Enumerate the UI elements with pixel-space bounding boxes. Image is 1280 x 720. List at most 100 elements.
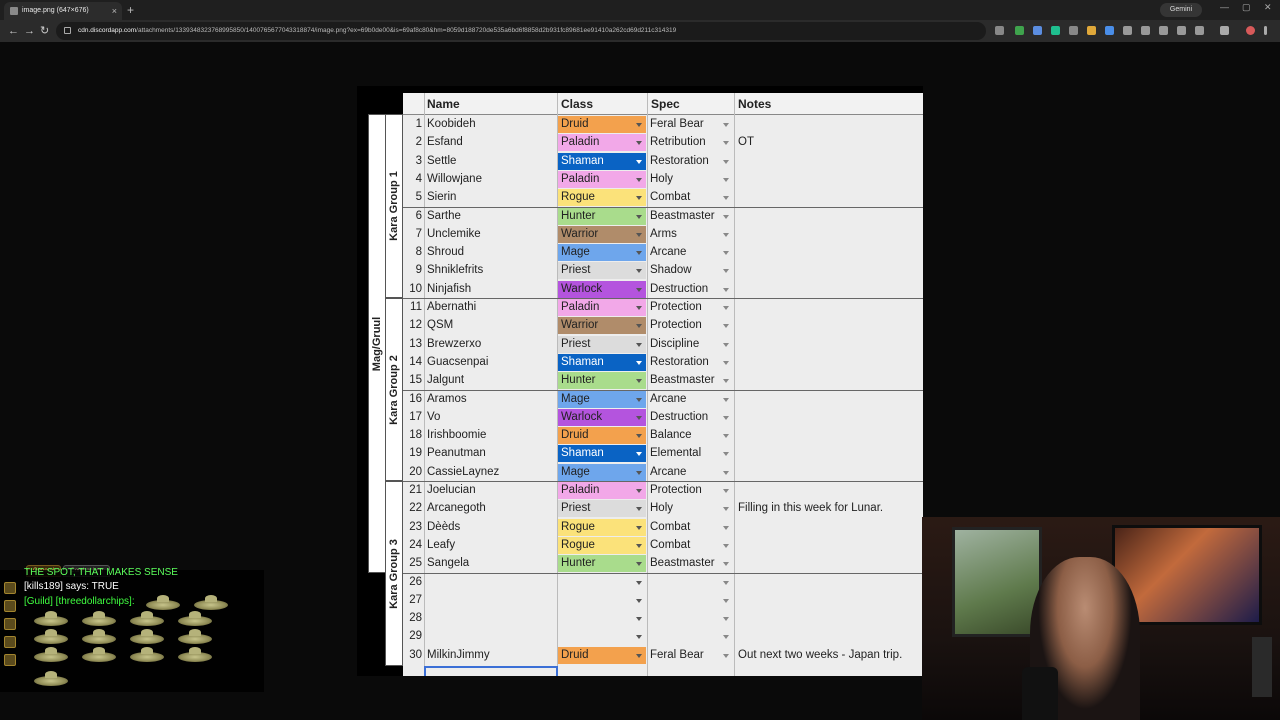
spec-dropdown[interactable]: Arcane	[650, 466, 686, 478]
dropdown-arrow-icon[interactable]	[636, 141, 642, 146]
dropdown-arrow-icon[interactable]	[723, 123, 729, 127]
class-dropdown[interactable]	[558, 574, 646, 591]
dropdown-arrow-icon[interactable]	[723, 543, 729, 548]
dropdown-arrow-icon[interactable]	[636, 342, 642, 347]
class-dropdown[interactable]: Mage	[558, 463, 646, 481]
browser-tab[interactable]: image.png (647×676) ×	[4, 2, 122, 20]
dropdown-arrow-icon[interactable]	[723, 397, 729, 402]
dropdown-arrow-icon[interactable]	[723, 141, 729, 146]
maximize-button[interactable]: ▢	[1242, 2, 1251, 13]
spec-dropdown[interactable]: Protection	[650, 301, 702, 313]
extension-icon[interactable]	[1159, 26, 1168, 35]
dropdown-arrow-icon[interactable]	[723, 379, 729, 384]
spec-dropdown[interactable]: Combat	[650, 521, 690, 533]
extension-icon[interactable]	[1105, 26, 1114, 35]
dropdown-arrow-icon[interactable]	[636, 177, 642, 182]
close-window-button[interactable]: ✕	[1264, 2, 1272, 13]
player-name-cell[interactable]: Joelucian	[427, 484, 476, 496]
notes-cell[interactable]: Out next two weeks - Japan trip.	[738, 649, 902, 661]
class-dropdown[interactable]: Warrior	[558, 317, 646, 335]
spec-dropdown[interactable]: Arcane	[650, 246, 686, 258]
class-dropdown[interactable]: Mage	[558, 244, 646, 262]
class-dropdown[interactable]: Shaman	[558, 353, 646, 371]
chat-button-icon[interactable]	[4, 582, 16, 594]
dropdown-arrow-icon[interactable]	[636, 507, 642, 512]
spec-dropdown[interactable]: Destruction	[650, 283, 708, 295]
reload-button[interactable]: ↻	[40, 23, 49, 39]
dropdown-arrow-icon[interactable]	[636, 287, 642, 292]
class-dropdown[interactable]: Paladin	[558, 134, 646, 152]
class-dropdown[interactable]: Warlock	[558, 408, 646, 426]
spec-dropdown[interactable]: Elemental	[650, 447, 701, 459]
dropdown-arrow-icon[interactable]	[636, 123, 642, 127]
player-name-cell[interactable]: Leafy	[427, 539, 455, 551]
class-dropdown[interactable]: Paladin	[558, 299, 646, 316]
spec-dropdown[interactable]: Holy	[650, 502, 673, 514]
dropdown-arrow-icon[interactable]	[636, 562, 642, 567]
player-name-cell[interactable]: Guacsenpai	[427, 356, 488, 368]
spec-dropdown[interactable]: Retribution	[650, 136, 706, 148]
extension-icon[interactable]	[1069, 26, 1078, 35]
dropdown-arrow-icon[interactable]	[723, 562, 729, 567]
dropdown-arrow-icon[interactable]	[723, 196, 729, 201]
player-name-cell[interactable]: CassieLaynez	[427, 466, 499, 478]
dropdown-arrow-icon[interactable]	[636, 306, 642, 310]
class-dropdown[interactable]: Hunter	[558, 207, 646, 225]
player-name-cell[interactable]: Sangela	[427, 557, 469, 569]
dropdown-arrow-icon[interactable]	[723, 470, 729, 475]
chat-button-icon[interactable]	[4, 618, 16, 630]
spec-dropdown[interactable]: Feral Bear	[650, 649, 704, 661]
dropdown-arrow-icon[interactable]	[636, 635, 642, 640]
spec-dropdown[interactable]: Destruction	[650, 411, 708, 423]
dropdown-arrow-icon[interactable]	[723, 507, 729, 512]
player-name-cell[interactable]: Shroud	[427, 246, 464, 258]
spec-dropdown[interactable]: Beastmaster	[650, 210, 715, 222]
class-dropdown[interactable]: Rogue	[558, 189, 646, 207]
dropdown-arrow-icon[interactable]	[636, 159, 642, 164]
player-name-cell[interactable]: Willowjane	[427, 173, 482, 185]
dropdown-arrow-icon[interactable]	[636, 543, 642, 548]
class-dropdown[interactable]	[558, 610, 646, 627]
dropdown-arrow-icon[interactable]	[636, 653, 642, 658]
class-dropdown[interactable]: Warrior	[558, 225, 646, 243]
class-dropdown[interactable]: Hunter	[558, 372, 646, 390]
player-name-cell[interactable]: Arcanegoth	[427, 502, 486, 514]
player-name-cell[interactable]: Unclemike	[427, 228, 481, 240]
tab-close-icon[interactable]: ×	[112, 2, 117, 20]
dropdown-arrow-icon[interactable]	[723, 177, 729, 182]
player-name-cell[interactable]: Esfand	[427, 136, 463, 148]
dropdown-arrow-icon[interactable]	[723, 159, 729, 164]
spec-dropdown[interactable]: Protection	[650, 484, 702, 496]
player-name-cell[interactable]: Sarthe	[427, 210, 461, 222]
minimize-button[interactable]: —	[1220, 2, 1229, 12]
class-dropdown[interactable]: Paladin	[558, 170, 646, 188]
extension-icon[interactable]	[1087, 26, 1096, 35]
class-dropdown[interactable]: Rogue	[558, 536, 646, 554]
class-dropdown[interactable]: Shaman	[558, 152, 646, 170]
dropdown-arrow-icon[interactable]	[723, 306, 729, 310]
dropdown-arrow-icon[interactable]	[636, 397, 642, 402]
player-name-cell[interactable]: Dèèds	[427, 521, 460, 533]
dropdown-arrow-icon[interactable]	[723, 617, 729, 622]
forward-button[interactable]: →	[24, 23, 35, 39]
class-dropdown[interactable]: Rogue	[558, 518, 646, 536]
chat-button-icon[interactable]	[4, 654, 16, 666]
extension-icon[interactable]	[1123, 26, 1132, 35]
spec-dropdown[interactable]: Restoration	[650, 356, 709, 368]
spec-dropdown[interactable]: Arms	[650, 228, 677, 240]
class-dropdown[interactable]: Priest	[558, 262, 646, 280]
dropdown-arrow-icon[interactable]	[636, 379, 642, 384]
dropdown-arrow-icon[interactable]	[636, 415, 642, 420]
player-name-cell[interactable]: Peanutman	[427, 447, 486, 459]
chat-button-icon[interactable]	[4, 600, 16, 612]
profile-avatar[interactable]	[1246, 26, 1255, 35]
class-dropdown[interactable]: Warlock	[558, 280, 646, 298]
spec-dropdown[interactable]: Arcane	[650, 393, 686, 405]
spec-dropdown[interactable]: Beastmaster	[650, 374, 715, 386]
extension-icon[interactable]	[1033, 26, 1042, 35]
player-name-cell[interactable]: Settle	[427, 155, 456, 167]
class-dropdown[interactable]: Druid	[558, 116, 646, 133]
extension-icon[interactable]	[995, 26, 1004, 35]
spec-dropdown[interactable]: Balance	[650, 429, 692, 441]
dropdown-arrow-icon[interactable]	[636, 489, 642, 493]
